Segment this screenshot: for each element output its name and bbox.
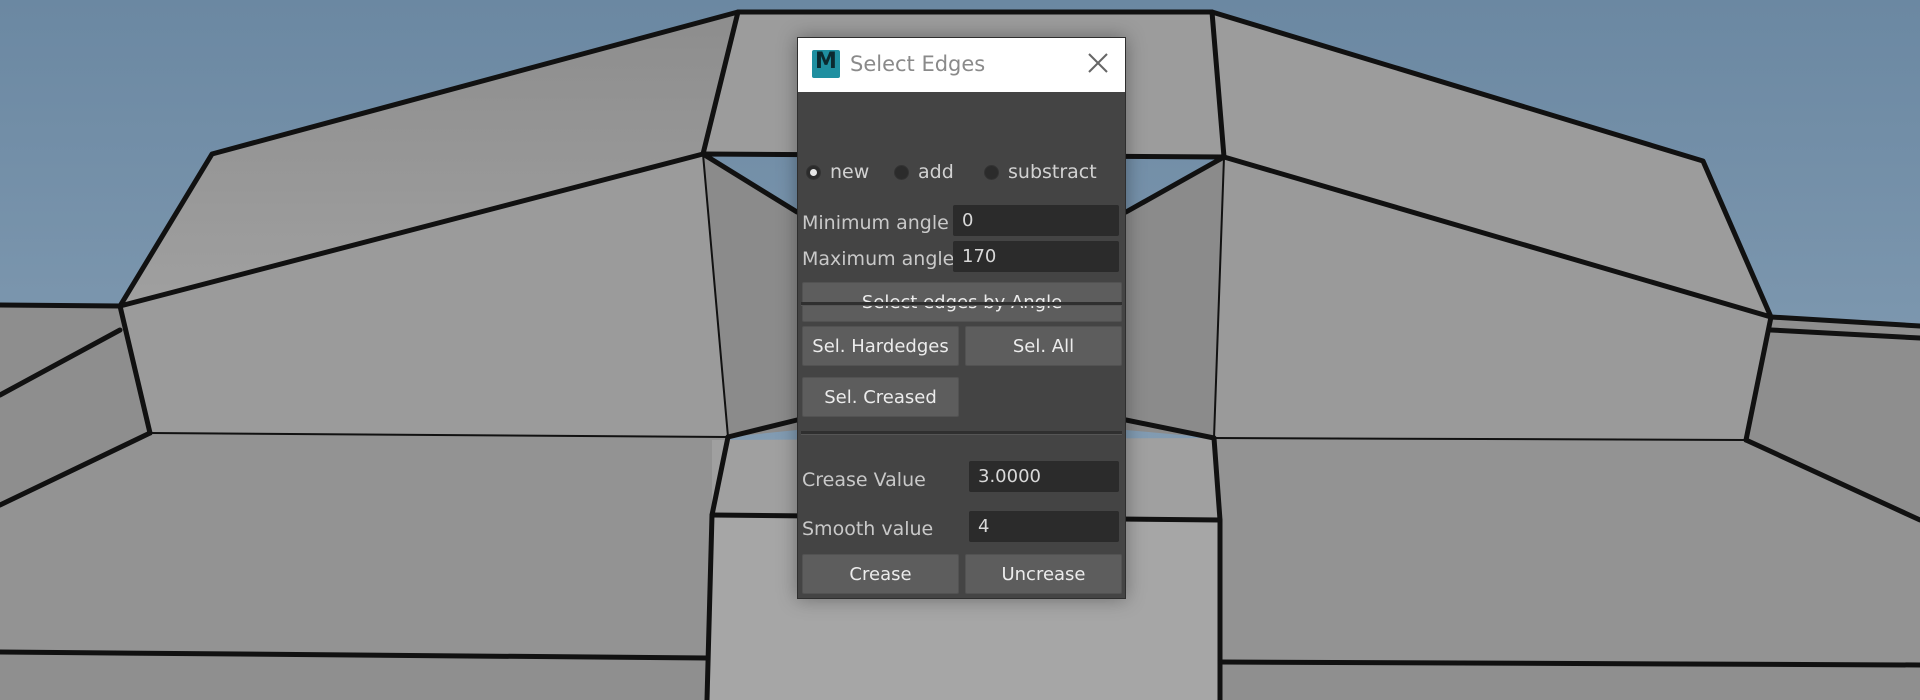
select-edges-dialog: M Select Edges new add substract Minimum… — [797, 37, 1126, 599]
sel-hardedges-button[interactable]: Sel. Hardedges — [802, 326, 959, 366]
dialog-titlebar[interactable]: M Select Edges — [798, 38, 1125, 92]
sel-all-button[interactable]: Sel. All — [965, 326, 1122, 366]
separator-2 — [801, 431, 1122, 435]
crease-button[interactable]: Crease — [802, 554, 959, 594]
uncrease-button[interactable]: Uncrease — [965, 554, 1122, 594]
radio-substract-indicator[interactable] — [984, 164, 999, 180]
smooth-value-label: Smooth value — [802, 518, 934, 540]
radio-substract-label: substract — [1008, 161, 1097, 183]
sel-creased-button[interactable]: Sel. Creased — [802, 377, 959, 417]
crease-value-field[interactable] — [969, 461, 1119, 492]
radio-new-label: new — [830, 161, 870, 183]
radio-add-label: add — [918, 161, 954, 183]
radio-substract[interactable]: substract — [984, 160, 1097, 184]
maximum-angle-label: Maximum angle — [802, 248, 955, 270]
radio-add[interactable]: add — [894, 160, 954, 184]
crease-value-label: Crease Value — [802, 469, 926, 491]
separator-1 — [801, 302, 1122, 306]
maximum-angle-field[interactable] — [953, 241, 1119, 272]
minimum-angle-label: Minimum angle — [802, 212, 949, 234]
radio-new-indicator[interactable] — [806, 164, 821, 180]
close-icon[interactable] — [1085, 50, 1111, 76]
minimum-angle-field[interactable] — [953, 205, 1119, 236]
radio-add-indicator[interactable] — [894, 164, 909, 180]
dialog-title: Select Edges — [850, 52, 986, 76]
smooth-value-field[interactable] — [969, 511, 1119, 542]
maya-icon-letter: M — [815, 49, 837, 74]
maya-icon: M — [812, 50, 840, 78]
radio-new[interactable]: new — [806, 160, 869, 184]
